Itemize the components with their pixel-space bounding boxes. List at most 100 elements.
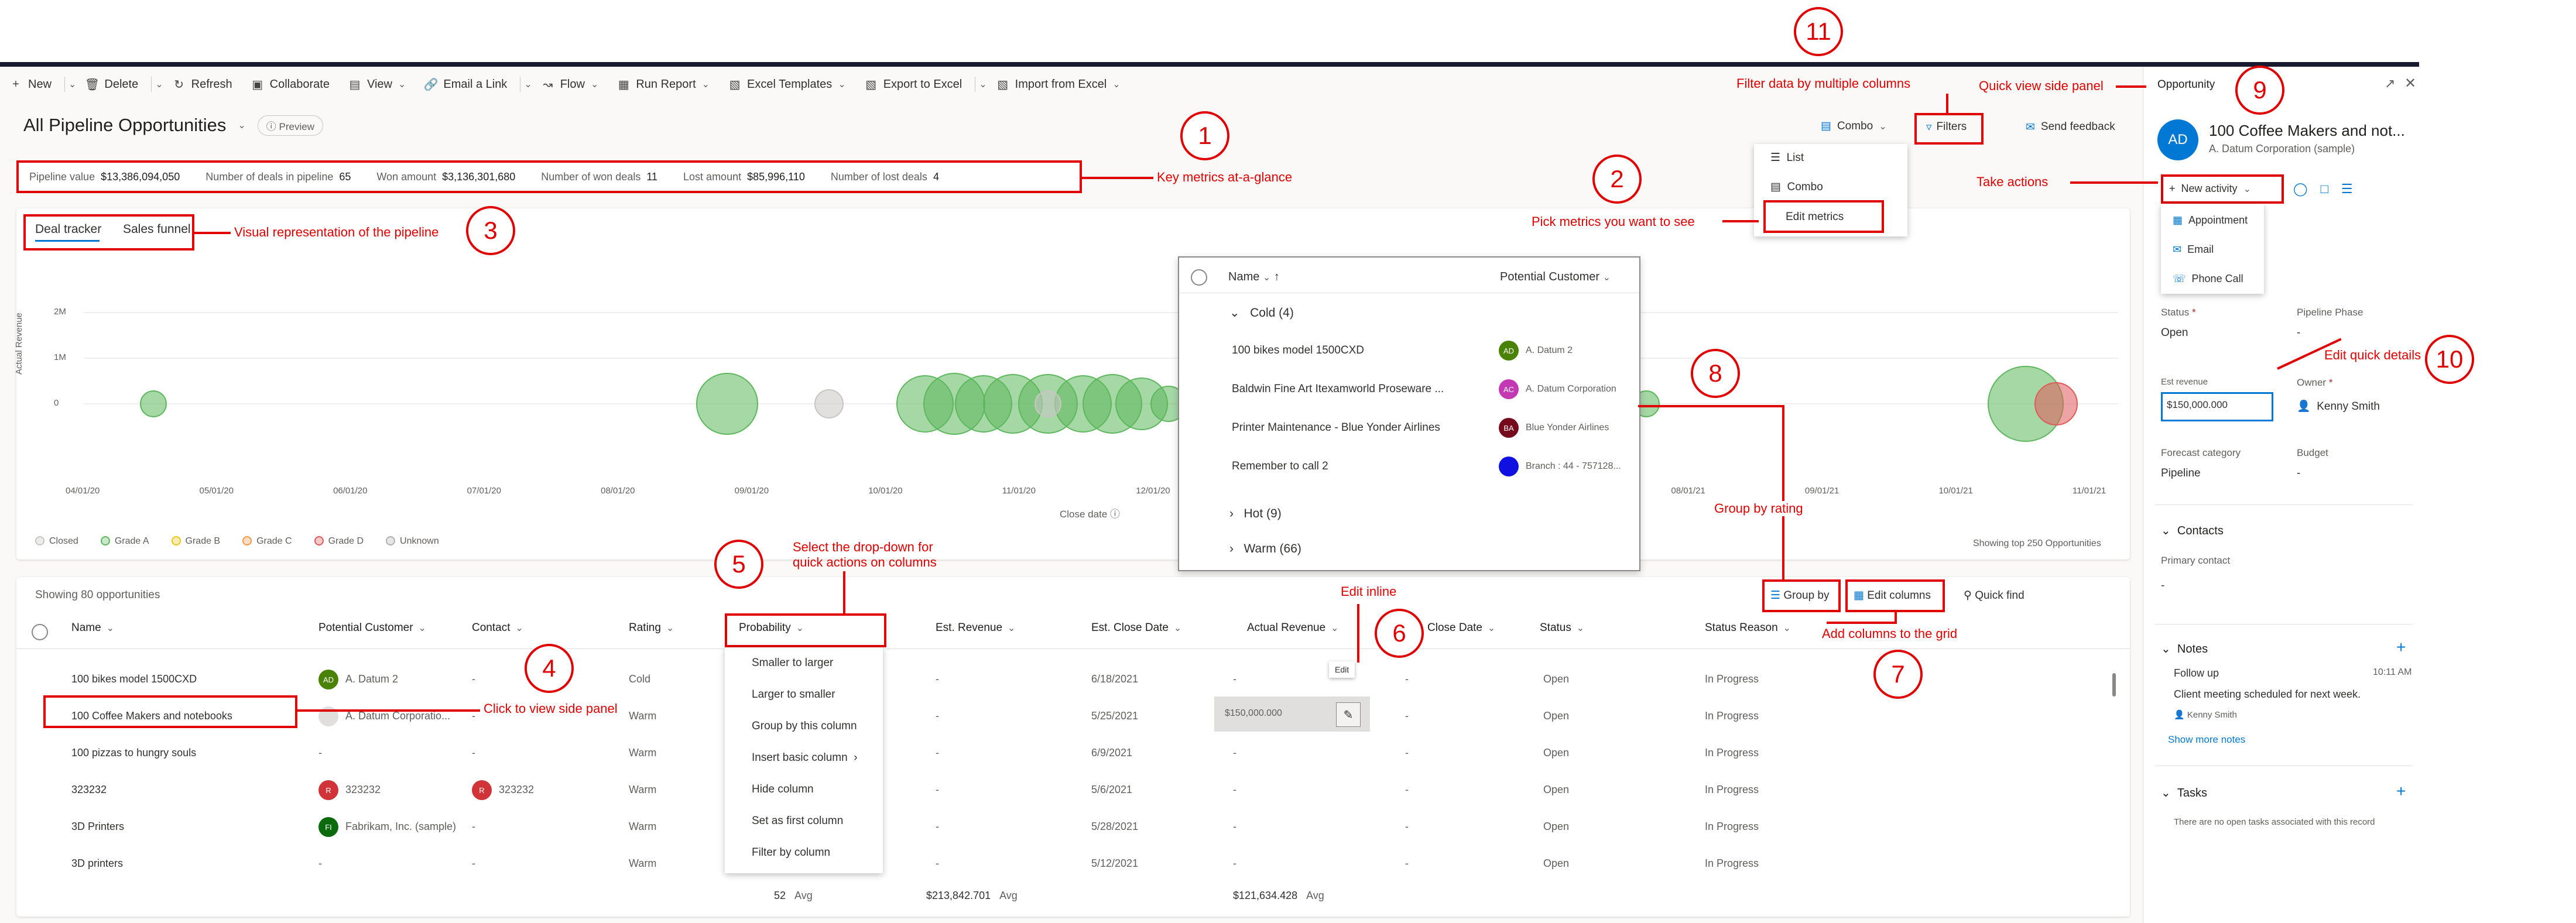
group-row-name[interactable]: Baldwin Fine Art Itexamworld Proseware .… bbox=[1232, 383, 1444, 396]
send-feedback-button[interactable]: ✉ Send feedback bbox=[2026, 121, 2115, 134]
group-warm[interactable]: › Warm (66) bbox=[1229, 542, 1301, 556]
column-menu-item[interactable]: Insert basic column › bbox=[752, 752, 858, 764]
group-row-customer[interactable]: Branch : 44 - 757128... bbox=[1499, 457, 1621, 476]
column-header[interactable]: Actual Revenue ⌄ bbox=[1247, 622, 1338, 634]
group-row-name[interactable]: Remember to call 2 bbox=[1232, 460, 1328, 473]
column-menu-item[interactable]: Group by this column bbox=[752, 720, 857, 733]
grid-scrollbar[interactable] bbox=[2112, 673, 2116, 696]
import-excel-button[interactable]: ▧ Import from Excel ⌄ bbox=[987, 67, 1130, 102]
add-note-icon[interactable]: + bbox=[2396, 638, 2406, 657]
column-menu-item[interactable]: Filter by column bbox=[752, 846, 830, 859]
cell-name[interactable]: 323232 bbox=[71, 784, 107, 796]
group-row-name[interactable]: 100 bikes model 1500CXD bbox=[1232, 344, 1364, 357]
column-header[interactable]: Est. Revenue ⌄ bbox=[936, 622, 1015, 634]
menu-item-email[interactable]: ✉ Email bbox=[2173, 243, 2214, 256]
flow-button[interactable]: ↝ Flow ⌄ bbox=[532, 67, 608, 102]
group-cold[interactable]: ⌄ Cold (4) bbox=[1229, 306, 1294, 320]
chevron-down-icon[interactable]: ⌄ bbox=[238, 119, 245, 131]
chevron-down-icon[interactable]: ⌄ bbox=[979, 78, 986, 90]
column-header[interactable]: Potential Customer ⌄ bbox=[318, 622, 426, 634]
forecast-value[interactable]: Pipeline bbox=[2161, 467, 2201, 480]
cell-name[interactable]: 3D printers bbox=[71, 857, 123, 870]
column-header[interactable]: Rating ⌄ bbox=[629, 622, 674, 634]
quick-find-input[interactable]: ⚲ Quick find bbox=[1964, 589, 2025, 602]
run-report-button[interactable]: ▦ Run Report ⌄ bbox=[608, 67, 719, 102]
cell-name[interactable]: 100 bikes model 1500CXD bbox=[71, 673, 197, 685]
inline-edit-value[interactable]: $150,000.000 bbox=[1225, 708, 1282, 719]
email-link-button[interactable]: 🔗 Email a Link bbox=[415, 67, 516, 102]
chevron-down-icon[interactable]: ⌄ bbox=[524, 78, 532, 90]
group-row-customer[interactable]: AC A. Datum Corporation bbox=[1499, 379, 1616, 399]
collaborate-button[interactable]: ▣ Collaborate bbox=[242, 67, 339, 102]
menu-item-edit-metrics[interactable]: Edit metrics bbox=[1786, 211, 1844, 224]
column-header[interactable]: Contact ⌄ bbox=[472, 622, 523, 634]
excel-templates-button[interactable]: ▧ Excel Templates ⌄ bbox=[719, 67, 855, 102]
column-header[interactable]: Name ⌄ bbox=[71, 622, 114, 634]
notes-section[interactable]: ⌄ Notes bbox=[2161, 641, 2208, 656]
primary-contact-value[interactable]: - bbox=[2161, 579, 2164, 592]
deal-bubble[interactable] bbox=[2034, 382, 2078, 426]
menu-item-phone-call[interactable]: ☏ Phone Call bbox=[2173, 273, 2243, 285]
group-row-customer[interactable]: BA Blue Yonder Airlines bbox=[1499, 418, 1609, 438]
deal-bubble[interactable] bbox=[140, 390, 167, 417]
status-value[interactable]: Open bbox=[2161, 327, 2188, 339]
add-task-icon[interactable]: + bbox=[2396, 782, 2406, 801]
chevron-down-icon[interactable]: ⌄ bbox=[68, 78, 76, 90]
group-row-name[interactable]: Printer Maintenance - Blue Yonder Airlin… bbox=[1232, 421, 1440, 434]
close-icon[interactable]: ✕ bbox=[2404, 75, 2416, 92]
share-icon[interactable]: □ bbox=[2321, 181, 2328, 197]
list-icon[interactable]: ☰ bbox=[2341, 181, 2353, 197]
select-all-radio[interactable] bbox=[1191, 269, 1207, 286]
column-header[interactable]: Est. Close Date ⌄ bbox=[1091, 622, 1181, 634]
menu-item-list[interactable]: ☰ List bbox=[1770, 151, 1804, 164]
group-hot[interactable]: › Hot (9) bbox=[1229, 507, 1282, 521]
delete-button[interactable]: 🗑 Delete bbox=[76, 67, 148, 102]
new-activity-button[interactable]: + New activity ⌄ bbox=[2169, 183, 2251, 195]
column-menu-item[interactable]: Larger to smaller bbox=[752, 688, 835, 701]
footer-prob-avg: Avg bbox=[794, 890, 813, 901]
cell-text: - bbox=[1405, 784, 1409, 795]
est-revenue-value[interactable]: $150,000.000 bbox=[2167, 399, 2228, 411]
budget-value[interactable]: - bbox=[2297, 467, 2300, 480]
view-button[interactable]: ▤ View ⌄ bbox=[339, 67, 415, 102]
select-all-rows[interactable] bbox=[32, 624, 48, 640]
tasks-section[interactable]: ⌄ Tasks bbox=[2161, 785, 2207, 800]
column-header[interactable]: Close Date ⌄ bbox=[1427, 622, 1495, 634]
chevron-down-icon[interactable]: ⌄ bbox=[155, 78, 163, 90]
menu-item-appointment[interactable]: ▦ Appointment bbox=[2173, 214, 2248, 227]
refresh-button[interactable]: ↻ Refresh bbox=[163, 67, 242, 102]
x-tick-label: 07/01/20 bbox=[467, 486, 501, 496]
col-customer-header[interactable]: Potential Customer ⌄ bbox=[1500, 270, 1611, 284]
plus-icon: + bbox=[12, 77, 19, 91]
owner-value[interactable]: 👤 Kenny Smith bbox=[2297, 399, 2380, 413]
cell-name[interactable]: 100 pizzas to hungry souls bbox=[71, 747, 196, 759]
deal-bubble[interactable] bbox=[814, 389, 844, 418]
show-more-notes-link[interactable]: Show more notes bbox=[2168, 734, 2245, 746]
chevron-down-icon: ⌄ bbox=[590, 80, 599, 90]
cell-name[interactable]: 3D Printers bbox=[71, 821, 124, 833]
filters-button[interactable]: ▿ Filters bbox=[1926, 121, 1967, 134]
column-menu-item[interactable]: Smaller to larger bbox=[752, 657, 833, 670]
col-name-header[interactable]: Name ⌄ ↑ bbox=[1228, 270, 1280, 284]
combo-switcher[interactable]: ▤ Combo ⌄ bbox=[1821, 119, 1887, 133]
group-by-button[interactable]: ☰ Group by bbox=[1770, 589, 1829, 602]
column-menu-item[interactable]: Set as first column bbox=[752, 815, 843, 828]
new-button[interactable]: + New bbox=[0, 67, 61, 102]
deal-bubble[interactable] bbox=[696, 373, 758, 435]
view-title[interactable]: All Pipeline Opportunities bbox=[23, 115, 226, 136]
group-row-customer[interactable]: AD A. Datum 2 bbox=[1499, 341, 1573, 361]
deal-bubble[interactable] bbox=[1034, 390, 1061, 417]
column-header[interactable]: Status ⌄ bbox=[1540, 622, 1584, 634]
chevron-down-icon: ⌄ bbox=[1325, 623, 1339, 633]
column-menu-item[interactable]: Hide column bbox=[752, 783, 814, 796]
assign-icon[interactable]: ◯ bbox=[2293, 181, 2308, 197]
contacts-section[interactable]: ⌄ Contacts bbox=[2161, 523, 2224, 538]
edit-columns-button[interactable]: ▦ Edit columns bbox=[1854, 589, 1931, 602]
export-excel-button[interactable]: ▧ Export to Excel bbox=[855, 67, 972, 102]
column-header[interactable]: Status Reason ⌄ bbox=[1705, 622, 1791, 634]
menu-item-combo[interactable]: ▤ Combo bbox=[1770, 180, 1823, 194]
footer-actual-avg: Avg bbox=[1306, 890, 1324, 901]
open-record-icon[interactable]: ↗ bbox=[2385, 76, 2395, 91]
cell-rating: Warm bbox=[629, 710, 656, 722]
edit-pencil-icon[interactable]: ✎ bbox=[1336, 702, 1361, 727]
